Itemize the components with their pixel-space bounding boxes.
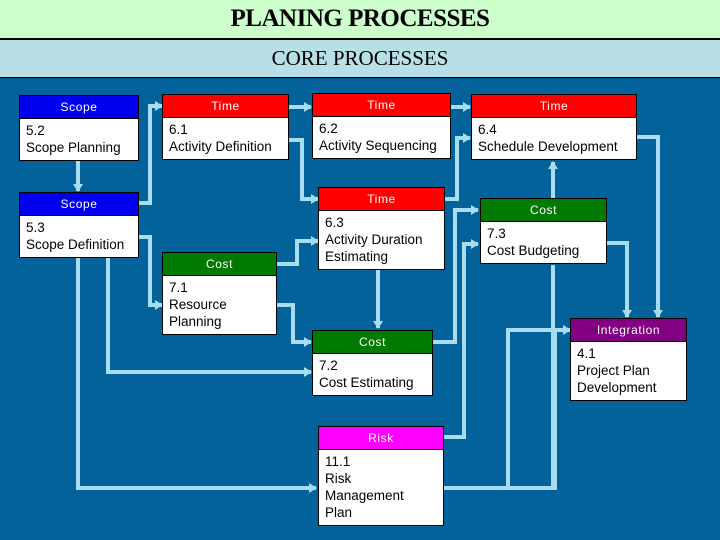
node-category: Integration [570,318,687,342]
node-label: Estimating [325,249,389,264]
node-body: 11.1 Risk Management Plan [318,450,444,526]
node-label: Resource [169,297,227,312]
node-label: Plan [325,505,353,520]
node-body: 7.3 Cost Budgeting [480,222,607,264]
edge-7.3-rail [508,265,555,490]
node-body: 6.3 Activity Duration Estimating [318,211,445,270]
node-body: 6.1 Activity Definition [162,118,289,160]
node-resource-planning[interactable]: Cost 7.1 Resource Planning [162,252,277,335]
node-label: Cost Budgeting [487,243,580,258]
node-number: 6.2 [319,121,338,136]
node-number: 6.3 [325,215,344,230]
node-label: Scope Planning [26,140,121,155]
node-risk-management-plan[interactable]: Risk 11.1 Risk Management Plan [318,426,444,526]
node-activity-definition[interactable]: Time 6.1 Activity Definition [162,94,289,160]
node-label: Management [325,488,404,503]
node-scope-planning[interactable]: Scope 5.2 Scope Planning [19,95,139,161]
node-number: 11.1 [325,454,351,469]
node-label: Schedule Development [478,139,618,154]
node-category: Risk [318,426,444,450]
edge-7.1-6.3 [276,236,319,266]
node-label: Activity Definition [169,139,272,154]
node-label: Scope Definition [26,237,125,252]
node-body: 4.1 Project Plan Development [570,342,687,401]
node-number: 5.2 [26,123,45,138]
node-schedule-development[interactable]: Time 6.4 Schedule Development [471,94,637,160]
node-category: Cost [162,252,277,276]
node-number: 6.1 [169,122,188,137]
node-label: Activity Duration [325,232,423,247]
node-number: 7.1 [169,280,188,295]
node-body: 6.2 Activity Sequencing [312,117,451,159]
node-number: 7.2 [319,358,338,373]
node-project-plan-development[interactable]: Integration 4.1 Project Plan Development [570,318,687,401]
node-category: Time [312,93,451,117]
node-category: Cost [312,330,433,354]
edge-5.3-7.1 [138,235,163,310]
node-category: Cost [480,198,607,222]
edge-5.3-6.1 [138,101,163,205]
node-category: Scope [19,95,139,119]
node-number: 6.4 [478,122,497,137]
node-body: 7.2 Cost Estimating [312,354,433,396]
edge-6.4-4.1 [637,135,663,318]
node-label: Cost Estimating [319,375,414,390]
node-label: Project Plan [577,363,650,378]
node-label: Development [577,380,657,395]
node-body: 7.1 Resource Planning [162,276,277,335]
node-cost-estimating[interactable]: Cost 7.2 Cost Estimating [312,330,433,396]
node-activity-sequencing[interactable]: Time 6.2 Activity Sequencing [312,93,451,159]
edge-7.3-4.1 [606,241,632,318]
node-category: Scope [19,192,139,216]
node-body: 5.3 Scope Definition [19,216,139,258]
node-body: 5.2 Scope Planning [19,119,139,161]
node-cost-budgeting[interactable]: Cost 7.3 Cost Budgeting [480,198,607,264]
node-category: Time [318,187,445,211]
node-body: 6.4 Schedule Development [471,118,637,160]
node-category: Time [162,94,289,118]
node-category: Time [471,94,637,118]
node-number: 7.3 [487,226,506,241]
node-label: Risk [325,471,352,486]
node-scope-definition[interactable]: Scope 5.3 Scope Definition [19,192,139,258]
node-label: Activity Sequencing [319,138,437,153]
node-label: Planning [169,314,222,329]
edge-7.1-7.2 [276,303,312,347]
node-number: 4.1 [577,346,596,361]
edge-rail-vertical [506,328,555,488]
node-number: 5.3 [26,220,45,235]
node-activity-duration-estimating[interactable]: Time 6.3 Activity Duration Estimating [318,187,445,270]
